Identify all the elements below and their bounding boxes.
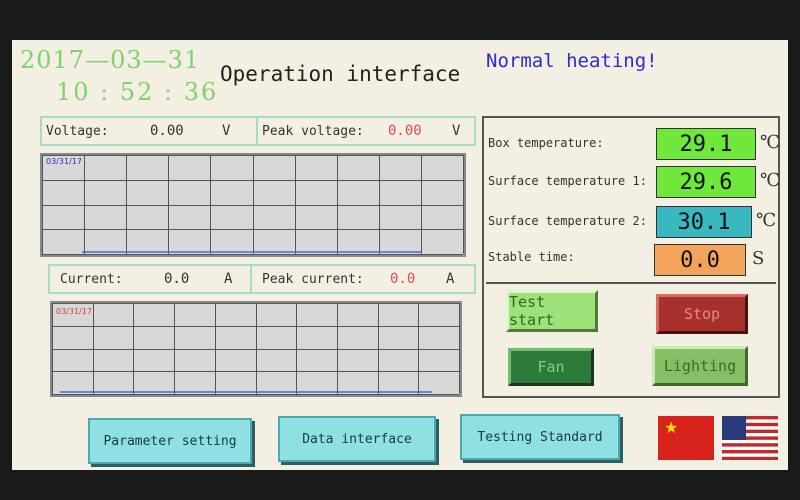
peak-voltage-unit: V [452,123,461,139]
surface-temperature-2-unit: ℃ [756,210,777,231]
current-chart-date: 03/31/17 [56,307,92,316]
stable-time-label: Stable time: [488,250,575,264]
stable-time-value: 0.0 [654,244,746,276]
flag-star-icon: ★ [664,418,679,437]
surface-temperature-1-value: 29.6 [656,166,756,198]
peak-voltage-value: 0.00 [388,123,422,139]
us-flag-graphic [722,416,778,460]
fan-button[interactable]: Fan [508,348,594,386]
english-language-flag-icon[interactable] [722,416,778,460]
peak-current-unit: A [446,271,455,287]
box-temperature-label: Box temperature: [488,136,604,150]
voltage-chart-date: 03/31/17 [46,157,82,166]
box-temperature-value: 29.1 [656,128,756,160]
current-chart: 03/31/17 [50,301,462,397]
surface-temperature-2-label: Surface temperature 2: [488,214,647,228]
peak-current-label: Peak current: [262,271,364,287]
parameter-setting-button[interactable]: Parameter setting [88,418,252,464]
time-display: 10 : 52 : 36 [56,78,219,106]
current-label: Current: [60,271,123,287]
box-temperature-unit: ℃ [760,132,781,153]
panel-divider [486,282,776,284]
voltage-unit: V [222,123,231,139]
chinese-language-flag-icon[interactable]: ★ [658,416,714,460]
current-value: 0.0 [164,271,190,287]
temperature-panel: Box temperature: 29.1 ℃ Surface temperat… [482,116,780,398]
testing-standard-button[interactable]: Testing Standard [460,414,620,460]
current-row: Current: 0.0 A Peak current: 0.0 A [48,264,476,294]
surface-temperature-1-label: Surface temperature 1: [488,174,647,188]
current-unit: A [224,271,233,287]
voltage-value: 0.00 [150,123,184,139]
date-display: 2017—03—31 [20,46,201,74]
status-message: Normal heating! [486,50,658,72]
hmi-screen: 2017—03—31 10 : 52 : 36 Operation interf… [12,40,788,470]
voltage-chart: 03/31/17 [40,153,466,257]
peak-current-value: 0.0 [390,271,416,287]
page-title: Operation interface [220,62,461,86]
voltage-label: Voltage: [46,123,109,139]
voltage-chart-grid [42,155,464,255]
data-interface-button[interactable]: Data interface [278,416,436,462]
current-chart-grid [52,303,460,395]
voltage-row: Voltage: 0.00 V Peak voltage: 0.00 V [40,116,476,146]
lighting-button[interactable]: Lighting [652,346,748,386]
surface-temperature-2-value: 30.1 [656,206,752,238]
stable-time-unit: S [752,248,765,269]
test-start-button[interactable]: Test start [506,290,598,332]
stop-button[interactable]: Stop [656,294,748,334]
peak-voltage-label: Peak voltage: [262,123,364,139]
surface-temperature-1-unit: ℃ [760,170,781,191]
